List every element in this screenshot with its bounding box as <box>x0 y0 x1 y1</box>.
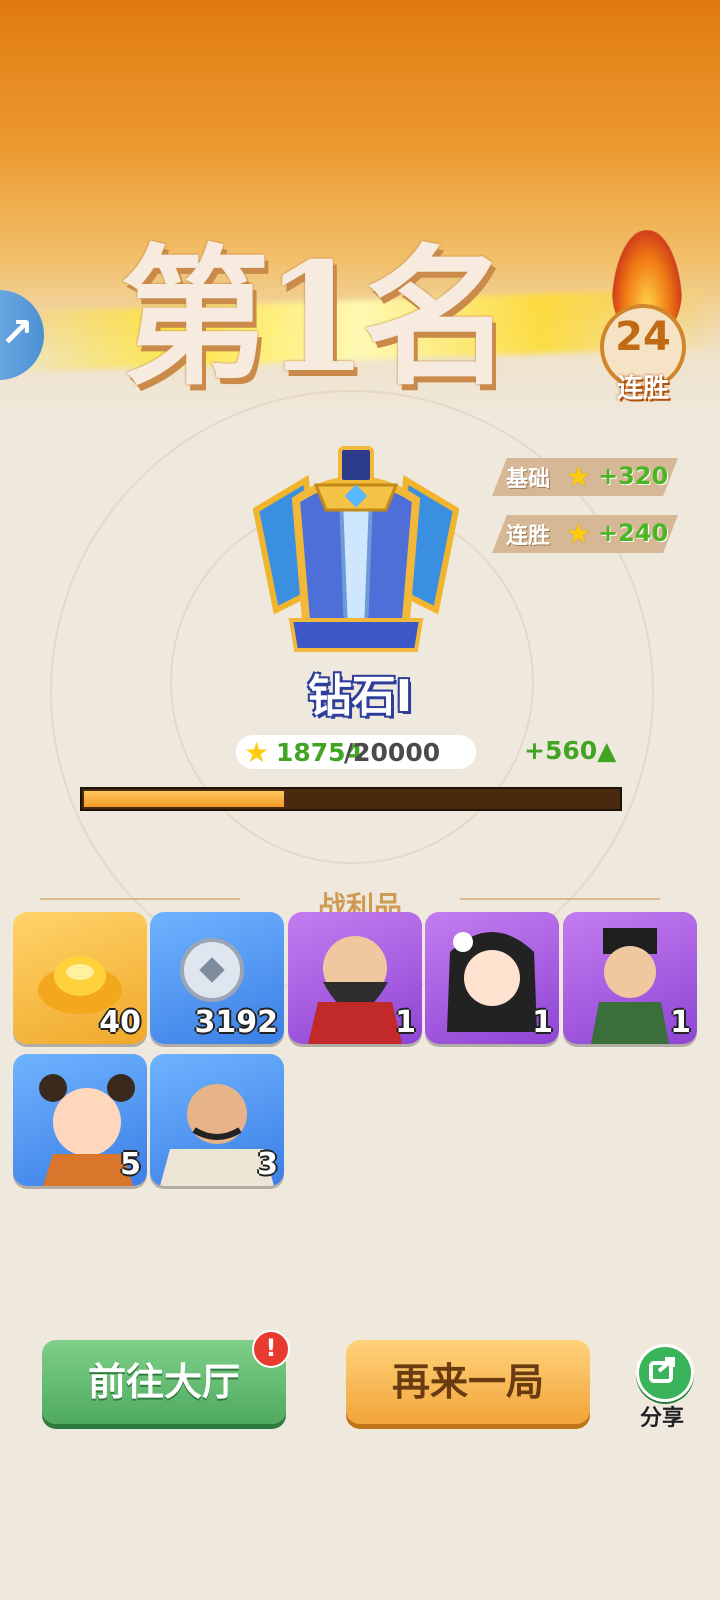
share-icon <box>649 1357 675 1383</box>
score-pill: ★ 18754 /20000 <box>236 735 476 769</box>
go-to-lobby-button[interactable]: 前往大厅 <box>42 1340 286 1424</box>
streak-count: 24 <box>615 314 671 360</box>
divider-left <box>40 898 240 900</box>
loot-item-coin[interactable]: 3192 <box>150 912 284 1044</box>
side-tab-icon: ↗ <box>0 310 34 356</box>
alert-badge: ! <box>252 1330 290 1368</box>
tier-name: 钻石Ⅰ <box>307 671 413 722</box>
loot-item-hero[interactable]: 5 <box>13 1054 147 1186</box>
streak-badge: 24 连胜 <box>600 230 690 410</box>
loot-item-hero[interactable]: 1 <box>425 912 559 1044</box>
play-again-button[interactable]: 再来一局 <box>346 1340 590 1424</box>
loot-qty: 3 <box>257 1147 278 1182</box>
loot-item-hero[interactable]: 3 <box>150 1054 284 1186</box>
loot-qty: 1 <box>532 1005 553 1040</box>
loot-item-hero[interactable]: 1 <box>563 912 697 1044</box>
share-label: 分享 <box>639 1406 684 1431</box>
share-button[interactable] <box>636 1344 694 1402</box>
loot-item-hero[interactable]: 1 <box>288 912 422 1044</box>
bonus-streak: 连胜 ★ +240 <box>492 515 678 553</box>
bonus-value: +320 <box>598 462 669 490</box>
loot-qty: 1 <box>395 1005 416 1040</box>
rank-title: 第1名 <box>120 230 512 406</box>
bonus-value: +240 <box>598 519 669 547</box>
progress-bar <box>80 787 622 811</box>
loot-qty: 40 <box>99 1005 141 1040</box>
loot-qty: 5 <box>120 1147 141 1182</box>
loot-qty: 1 <box>670 1005 691 1040</box>
bonus-label: 连胜 <box>506 524 551 549</box>
score-gain: +560▲ <box>524 736 617 765</box>
score-max: /20000 <box>344 738 441 767</box>
star-icon: ★ <box>566 517 592 550</box>
loot-item-gold[interactable]: 40 <box>13 912 147 1044</box>
streak-label: 连胜 <box>616 374 669 404</box>
divider-right <box>460 898 660 900</box>
bonus-label: 基础 <box>506 467 551 492</box>
progress-fill <box>84 791 284 807</box>
star-icon: ★ <box>244 736 270 769</box>
star-icon: ★ <box>566 460 592 493</box>
bonus-base: 基础 ★ +320 <box>492 458 678 496</box>
loot-qty: 3192 <box>194 1005 279 1040</box>
